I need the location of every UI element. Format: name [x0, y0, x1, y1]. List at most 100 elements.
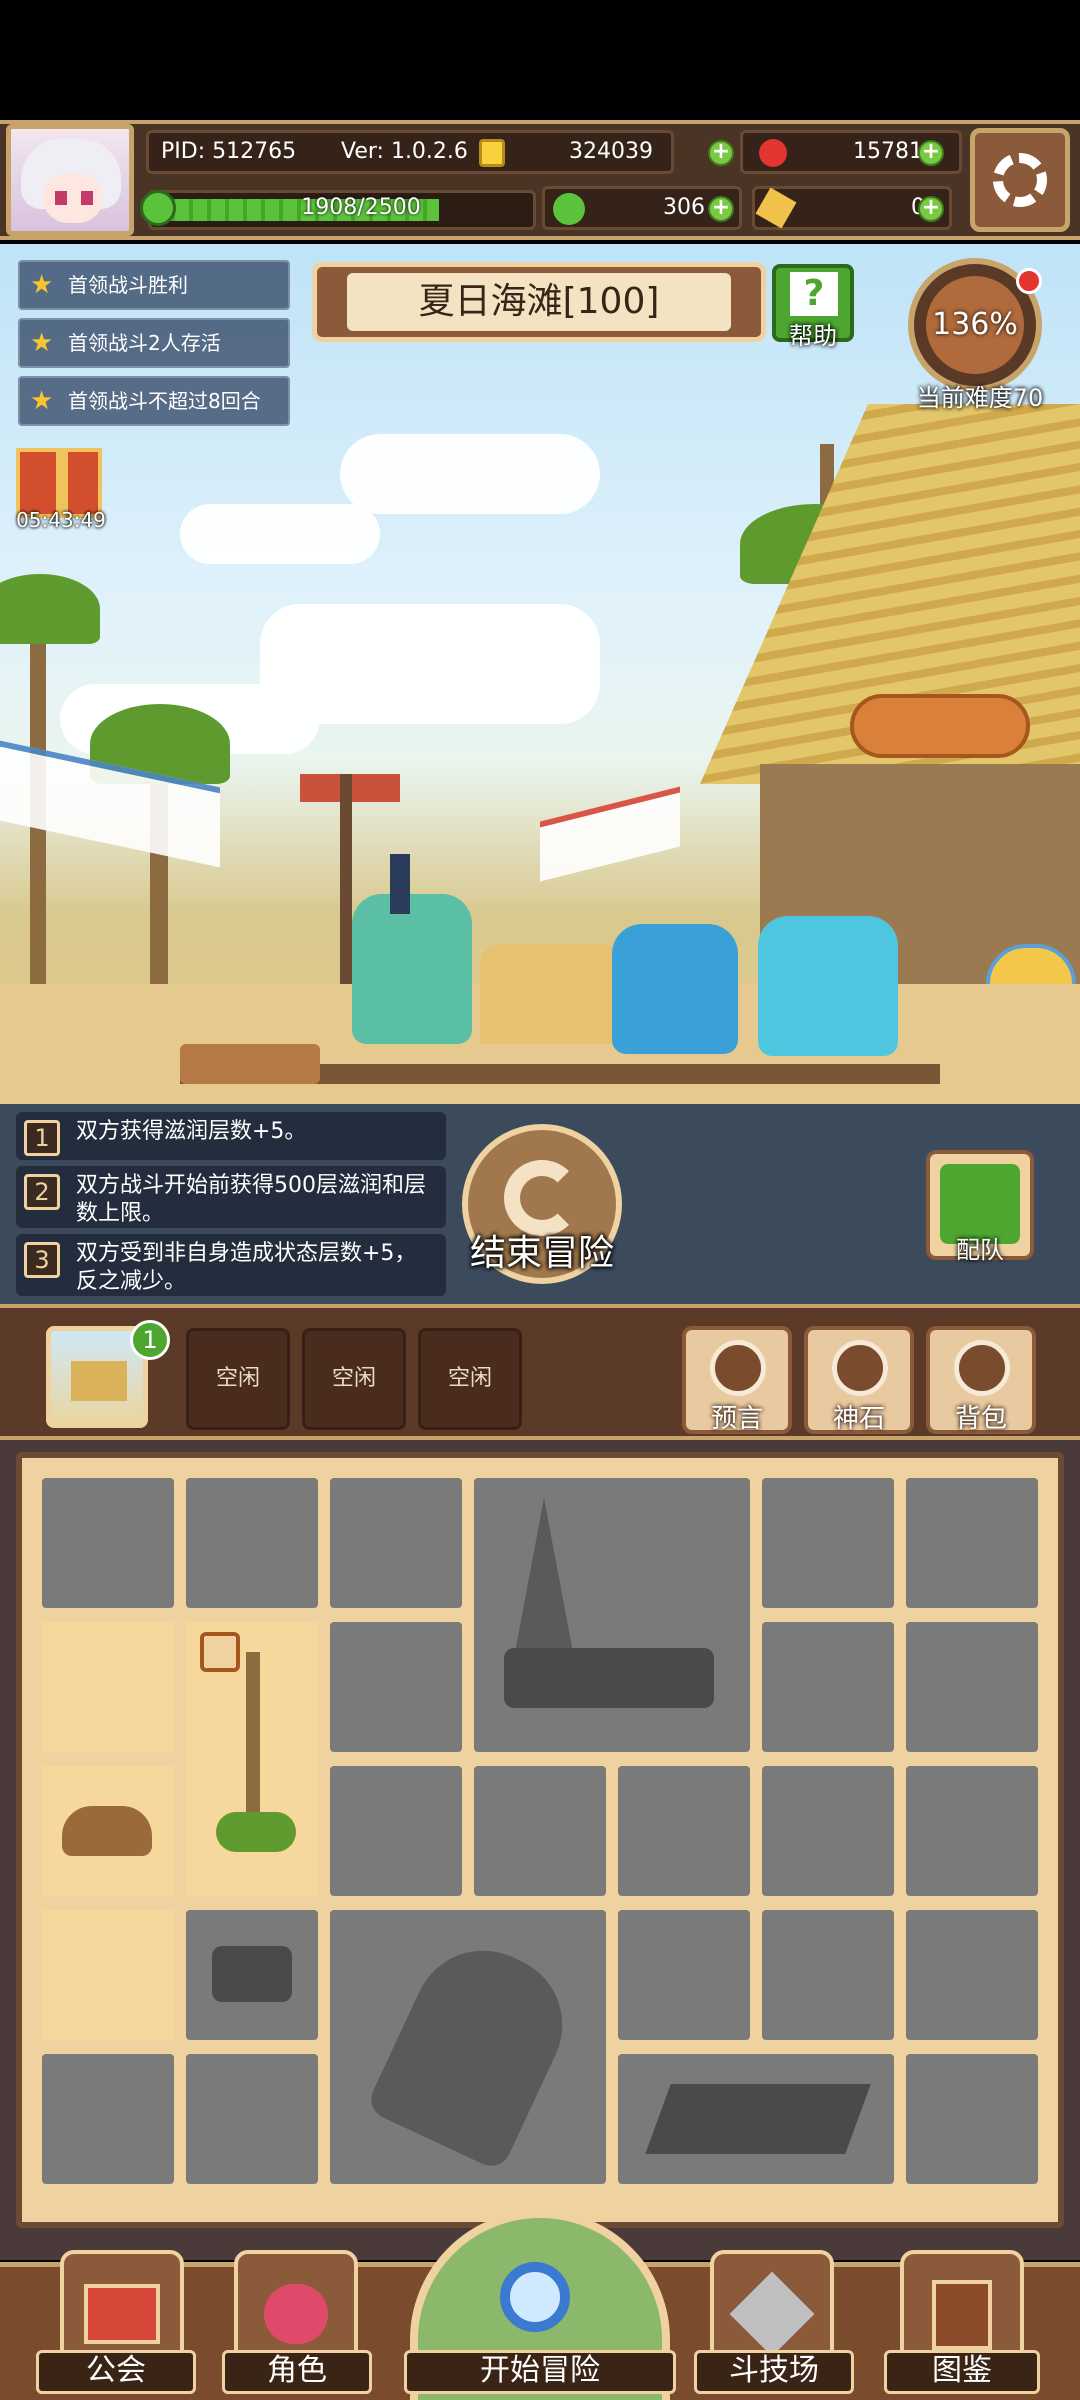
item-badge-icon	[200, 1632, 240, 1672]
grid-cell[interactable]	[42, 1478, 174, 1608]
ship-parts-item[interactable]	[618, 2054, 894, 2184]
enemy-queen	[758, 916, 898, 1056]
backpack-label: 背包	[954, 1404, 1007, 1434]
grid-cell[interactable]	[906, 1766, 1038, 1896]
energy-bar: 1908/2500	[148, 190, 536, 230]
effect-item: 3 双方受到非自身造成状态层数+5，反之减少。	[16, 1234, 446, 1296]
grid-cell[interactable]	[42, 1766, 174, 1896]
gift-timer: 05:43:49	[16, 508, 106, 532]
avatar-eye	[81, 191, 93, 205]
grid-cell[interactable]	[762, 1478, 894, 1608]
effect-number: 2	[24, 1174, 60, 1210]
nav-codex-label: 图鉴	[884, 2350, 1040, 2394]
question-icon: ?	[790, 272, 838, 316]
grid-cell[interactable]	[330, 1622, 462, 1752]
energy-icon	[140, 190, 176, 226]
stage-title: 夏日海滩[100]	[347, 273, 731, 331]
barrel-icon	[212, 1946, 292, 2002]
skill-slot[interactable]: 空闲	[186, 1328, 290, 1430]
grid-cell[interactable]	[762, 1910, 894, 2040]
grid-cell[interactable]	[906, 1478, 1038, 1608]
god-stone-button[interactable]: 神石	[804, 1326, 914, 1434]
grid-cell[interactable]	[42, 1910, 174, 2040]
enemy-mushroom	[612, 924, 738, 1054]
prophecy-label: 预言	[710, 1404, 763, 1434]
add-gold-icon[interactable]: +	[708, 140, 734, 166]
rowboat-item[interactable]	[330, 1910, 606, 2184]
grid-cell[interactable]	[618, 1766, 750, 1896]
end-adventure-label: 结束冒险	[469, 1233, 614, 1274]
wreck-icon	[504, 1648, 714, 1708]
cloud	[180, 504, 380, 564]
grid-cell[interactable]	[330, 1478, 462, 1608]
notification-dot	[1016, 268, 1042, 294]
player-avatar[interactable]	[6, 124, 134, 236]
add-clover-icon[interactable]: +	[708, 196, 734, 222]
grid-cell[interactable]	[618, 1910, 750, 2040]
add-fragment-icon[interactable]: +	[918, 196, 944, 222]
grid-cell[interactable]	[186, 1478, 318, 1608]
grid-cell[interactable]	[906, 2054, 1038, 2184]
star-icon: ★	[30, 386, 54, 416]
backpack-button[interactable]: 背包	[926, 1326, 1036, 1434]
effect-number: 1	[24, 1120, 60, 1156]
nav-start-adventure-label: 开始冒险	[404, 2350, 676, 2394]
palm-leaves	[0, 574, 100, 644]
gift-icon	[56, 452, 68, 514]
quest-item: ★ 首领战斗2人存活	[18, 318, 290, 368]
sail-icon	[514, 1498, 574, 1658]
grid-cell[interactable]	[42, 2054, 174, 2184]
battle-scene	[0, 244, 1080, 1104]
sand-castle	[480, 944, 620, 1044]
grid-cell[interactable]	[186, 2054, 318, 2184]
barrel-item[interactable]	[186, 1910, 318, 2040]
inventory-grid	[16, 1452, 1064, 2228]
nav-arena-label: 斗技场	[694, 2350, 854, 2394]
ship-parts-icon	[645, 2084, 871, 2154]
fragment-value: 0	[815, 189, 925, 227]
crystal-ball-icon	[710, 1340, 766, 1396]
hut-icon	[71, 1361, 127, 1401]
add-gem-icon[interactable]: +	[918, 140, 944, 166]
help-label: 帮助	[789, 322, 837, 350]
grid-cell[interactable]	[906, 1910, 1038, 2040]
difficulty-label: 当前难度70	[916, 384, 1044, 412]
team-label: 配队	[956, 1236, 1004, 1264]
palm-item[interactable]	[186, 1622, 318, 1896]
effect-item: 2 双方战斗开始前获得500层滋润和层数上限。	[16, 1166, 446, 1228]
nav-character-label: 角色	[222, 2350, 372, 2394]
clover-icon	[553, 193, 585, 225]
skill-slot[interactable]: 空闲	[418, 1328, 522, 1430]
hut-sign	[850, 694, 1030, 758]
god-stone-label: 神石	[832, 1404, 885, 1434]
magnifier-icon	[500, 2262, 570, 2332]
effect-text: 双方战斗开始前获得500层滋润和层数上限。	[76, 1173, 426, 1226]
grid-cell[interactable]	[762, 1622, 894, 1752]
grid-cell[interactable]	[906, 1622, 1038, 1752]
guild-building-icon	[84, 2284, 160, 2344]
version-text: Ver: 1.0.2.6	[341, 139, 468, 164]
shipwreck-item[interactable]	[474, 1478, 750, 1752]
settings-button[interactable]	[970, 128, 1070, 232]
status-bar-area	[0, 0, 1080, 120]
red-gem-icon	[759, 139, 787, 167]
stage-title-banner: 夏日海滩[100]	[312, 262, 766, 342]
cloud	[340, 434, 600, 514]
effect-text: 双方受到非自身造成状态层数+5，反之减少。	[76, 1241, 417, 1294]
quest-text: 首领战斗胜利	[68, 273, 188, 297]
fruit-crate	[180, 1044, 320, 1084]
quest-text: 首领战斗不超过8回合	[68, 389, 261, 413]
stone-icon	[832, 1340, 888, 1396]
grid-cell[interactable]	[330, 1766, 462, 1896]
beach-umbrella	[540, 786, 680, 882]
pid-text: PID: 512765	[161, 139, 297, 164]
grid-cell[interactable]	[42, 1622, 174, 1752]
clover-value: 306	[663, 195, 705, 220]
skill-slot[interactable]: 空闲	[302, 1328, 406, 1430]
gear-icon	[993, 153, 1047, 207]
star-icon: ★	[30, 270, 54, 300]
grid-cell[interactable]	[762, 1766, 894, 1896]
grid-cell[interactable]	[474, 1766, 606, 1896]
prophecy-button[interactable]: 预言	[682, 1326, 792, 1434]
avatar-eye	[55, 191, 67, 205]
